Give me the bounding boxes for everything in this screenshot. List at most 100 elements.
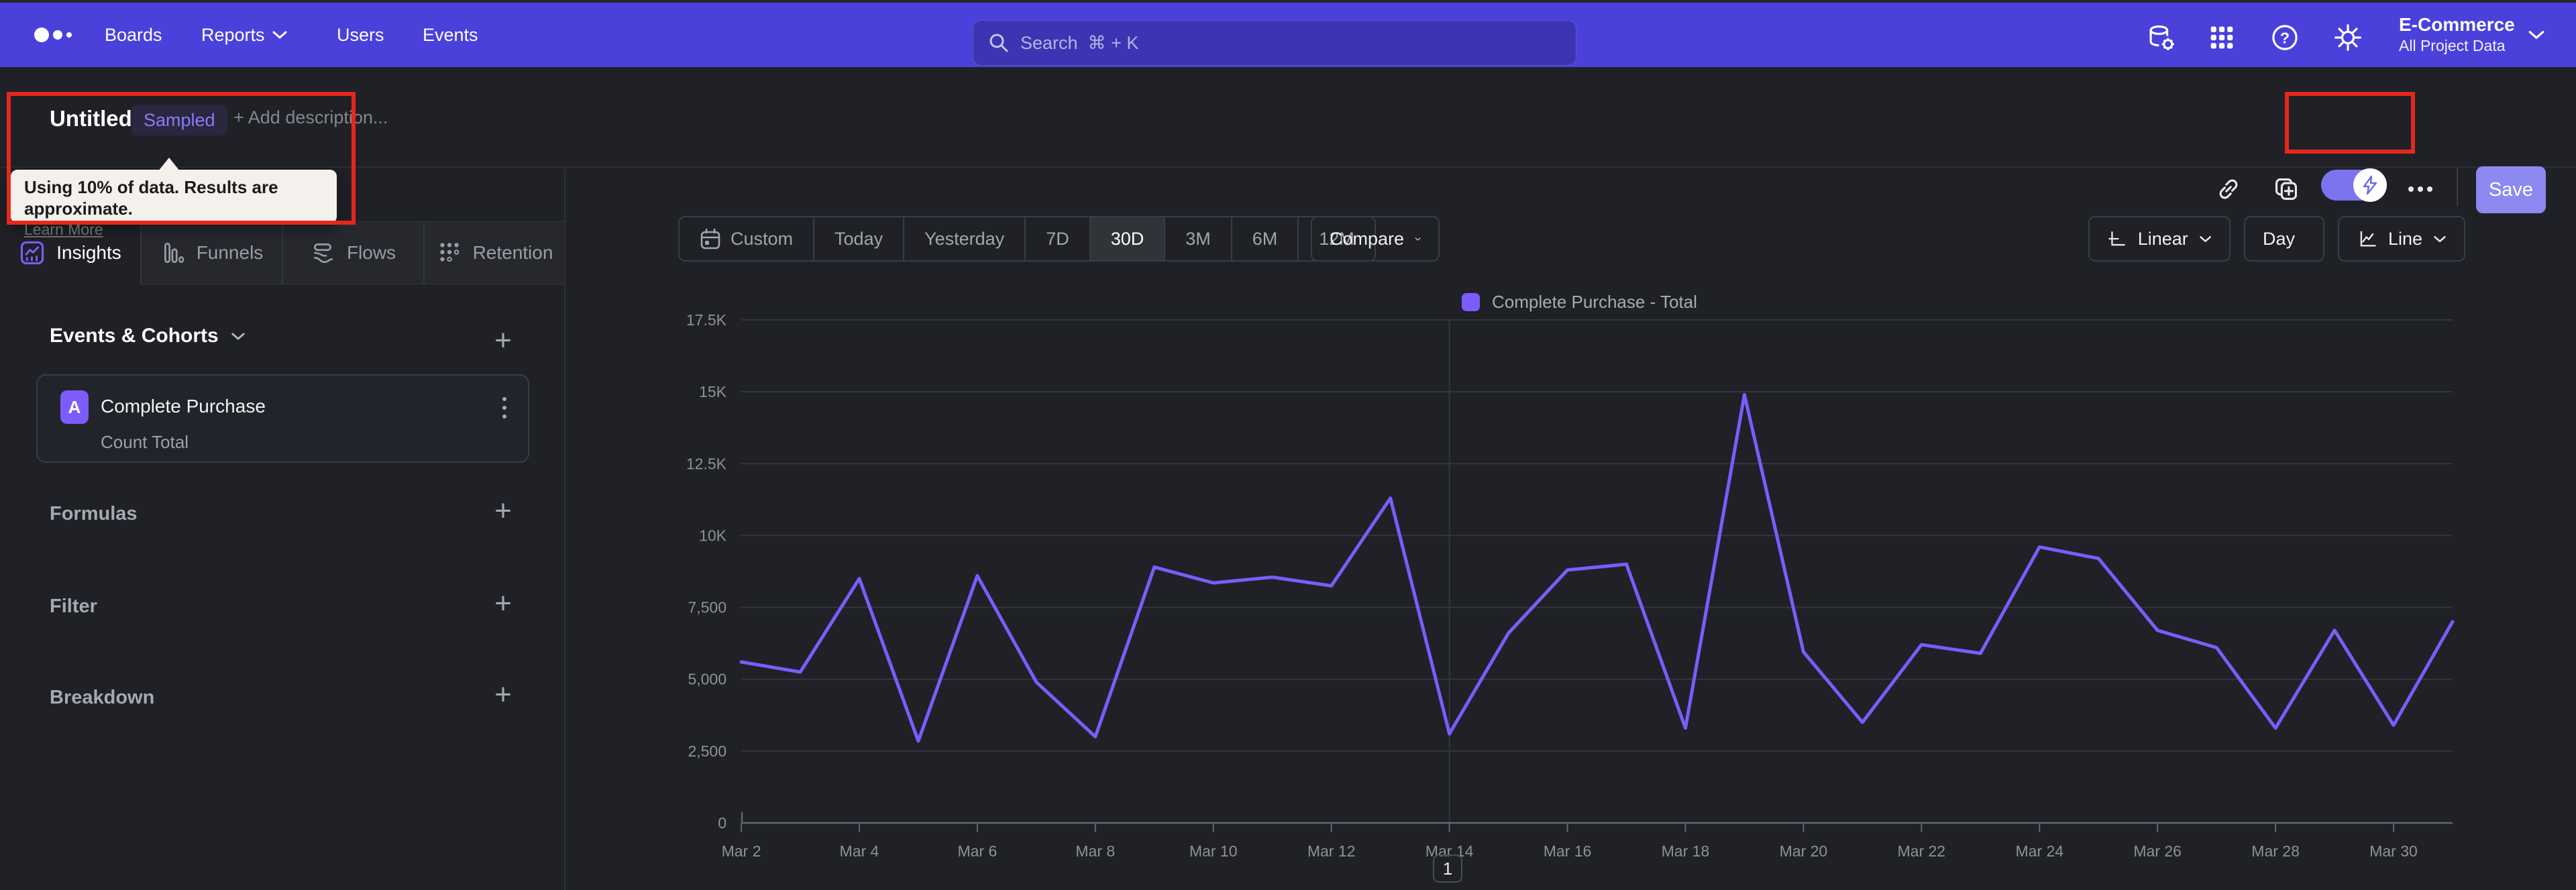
data-management-icon[interactable] (2147, 23, 2176, 52)
retention-icon (439, 243, 459, 262)
x-axis-label: Mar 26 (2133, 842, 2182, 860)
nav-item-boards[interactable]: Boards (105, 3, 162, 67)
apps-grid-icon[interactable] (2207, 23, 2237, 52)
interval-dropdown[interactable]: Day (2244, 216, 2324, 262)
tab-label: Retention (472, 242, 553, 263)
event-options-icon[interactable] (491, 393, 518, 423)
pagination-page-1[interactable]: 1 (1433, 854, 1462, 883)
tooltip-text: Using 10% of data. Results are approxima… (24, 177, 278, 219)
nav-item-users[interactable]: Users (337, 3, 384, 67)
scale-label: Linear (2137, 228, 2188, 249)
chevron-down-icon (2199, 235, 2211, 242)
nav-item-label: Reports (201, 24, 265, 45)
line-chart[interactable]: 0 2,500 5,000 7,500 10K 12.5K 15K 17.5K Mar 2 Mar… (671, 305, 2496, 862)
top-nav-bar: Boards Reports Users Events Search ⌘ + K (0, 3, 2576, 67)
flows-icon (313, 243, 333, 264)
nav-item-events[interactable]: Events (423, 3, 478, 67)
chart-type-dropdown[interactable]: Line (2338, 216, 2465, 262)
add-breakdown-button[interactable]: + (487, 679, 519, 711)
x-axis-label: Mar 4 (840, 842, 879, 860)
svg-text:?: ? (2280, 30, 2290, 47)
report-title[interactable]: Untitled (50, 106, 132, 131)
y-axis-label: 2,500 (688, 742, 727, 760)
events-cohorts-header[interactable]: Events & Cohorts (50, 325, 246, 347)
event-aggregation[interactable]: Count Total (101, 432, 189, 453)
chart-type-label: Line (2387, 228, 2422, 249)
interval-label: Day (2263, 228, 2296, 249)
add-event-button[interactable]: + (487, 325, 519, 357)
x-axis-label: Mar 6 (957, 842, 997, 860)
insights-icon (21, 241, 44, 265)
range-30d[interactable]: 30D (1090, 217, 1166, 260)
range-7d[interactable]: 7D (1026, 217, 1091, 260)
date-range-control: Custom Today Yesterday 7D 30D 3M 6M 12M (678, 216, 1376, 262)
compare-label: Compare (1330, 228, 1405, 249)
settings-gear-icon[interactable] (2333, 23, 2363, 52)
series-letter-badge: A (60, 390, 89, 424)
search-input[interactable]: Search ⌘ + K (973, 20, 1576, 66)
report-toolbar: Untitled Sampled + Add description... Sa… (0, 67, 2576, 213)
query-builder-sidebar: Insights Funnels Flows Retention Events … (0, 169, 566, 890)
y-axis-label: 7,500 (688, 599, 727, 616)
filter-label: Filter (50, 596, 97, 617)
x-axis-label: Mar 28 (2251, 842, 2300, 860)
nav-item-label: Events (423, 24, 478, 45)
save-button[interactable]: Save (2476, 166, 2546, 213)
chevron-down-icon (272, 31, 287, 39)
linear-scale-icon (2108, 231, 2125, 246)
add-filter-button[interactable]: + (487, 588, 519, 620)
event-card-complete-purchase[interactable]: A Complete Purchase Count Total (36, 374, 529, 463)
events-cohorts-label: Events & Cohorts (50, 325, 219, 347)
chevron-down-icon (231, 332, 245, 340)
sampling-tooltip: Using 10% of data. Results are approxima… (11, 170, 337, 238)
add-formula-button[interactable]: + (487, 495, 519, 527)
x-axis-label: Mar 18 (1662, 842, 1710, 860)
range-3m[interactable]: 3M (1165, 217, 1232, 260)
sampled-badge[interactable]: Sampled (131, 105, 227, 135)
lightning-bolt-icon (2363, 175, 2377, 195)
toggle-knob (2353, 168, 2387, 202)
sampling-toggle[interactable] (2321, 168, 2387, 202)
copy-link-icon[interactable] (2212, 173, 2245, 205)
chevron-down-icon (1415, 237, 1421, 241)
x-axis-label: Mar 16 (1544, 842, 1592, 860)
x-axis-label: Mar 20 (1780, 842, 1828, 860)
range-today[interactable]: Today (814, 217, 905, 260)
mixpanel-logo-icon[interactable] (32, 20, 79, 50)
scale-dropdown[interactable]: Linear (2088, 216, 2231, 262)
search-icon (989, 34, 1008, 52)
y-axis-label: 10K (699, 526, 727, 544)
tab-label: Funnels (196, 242, 264, 263)
event-name[interactable]: Complete Purchase (101, 396, 266, 417)
nav-item-label: Users (337, 24, 384, 45)
line-chart-icon (2360, 231, 2376, 247)
y-axis-label: 15K (699, 383, 727, 400)
funnels-icon (164, 242, 184, 264)
y-axis-label: 17.5K (686, 311, 727, 329)
range-label: Custom (731, 228, 794, 249)
x-axis-label: Mar 24 (2015, 842, 2063, 860)
tab-retention[interactable]: Retention (424, 221, 566, 284)
tooltip-caret (158, 158, 180, 171)
toolbar-divider (2457, 168, 2458, 207)
learn-more-link[interactable]: Learn More (24, 221, 103, 239)
x-axis-label: Mar 2 (722, 842, 761, 860)
chart-series-line[interactable] (739, 392, 2455, 743)
more-icon[interactable] (2408, 182, 2438, 196)
help-icon[interactable]: ? (2270, 23, 2300, 52)
nav-item-reports[interactable]: Reports (201, 3, 288, 67)
range-6m[interactable]: 6M (1232, 217, 1299, 260)
x-axis-label: Mar 12 (1307, 842, 1356, 860)
range-custom[interactable]: Custom (680, 217, 815, 260)
calendar-icon (700, 228, 720, 249)
duplicate-icon[interactable] (2270, 173, 2302, 205)
add-description-field[interactable]: + Add description... (233, 107, 388, 128)
chevron-down-icon[interactable] (2528, 30, 2545, 40)
range-yesterday[interactable]: Yesterday (904, 217, 1026, 260)
formulas-label: Formulas (50, 503, 138, 524)
nav-item-label: Boards (105, 24, 162, 45)
compare-dropdown[interactable]: Compare (1311, 216, 1440, 262)
x-axis-label: Mar 30 (2369, 842, 2418, 860)
chevron-down-icon (2434, 235, 2446, 242)
y-axis-label: 12.5K (686, 455, 727, 472)
